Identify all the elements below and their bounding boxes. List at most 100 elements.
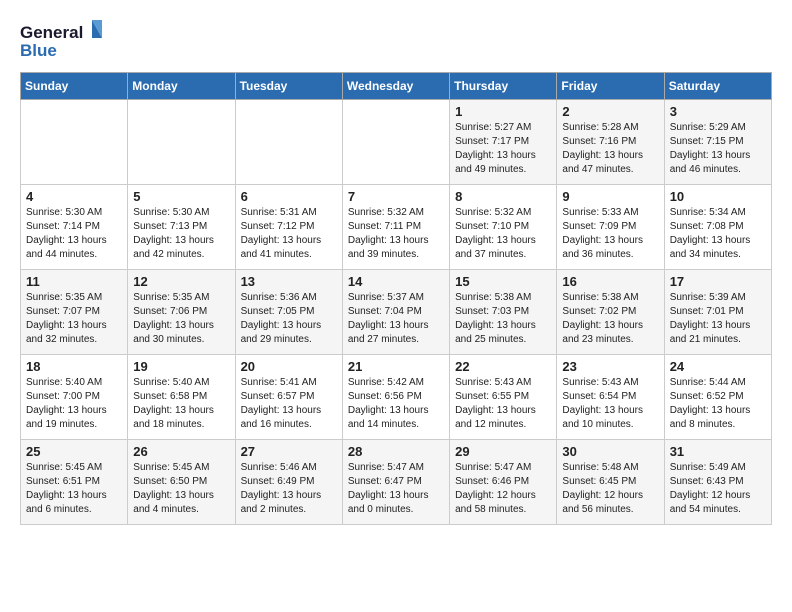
calendar-header: SundayMondayTuesdayWednesdayThursdayFrid…	[21, 73, 772, 100]
weekday-header-saturday: Saturday	[664, 73, 771, 100]
day-info: Sunrise: 5:45 AM Sunset: 6:50 PM Dayligh…	[133, 461, 229, 517]
day-number: 6	[241, 189, 337, 204]
weekday-header-sunday: Sunday	[21, 73, 128, 100]
day-number: 19	[133, 359, 229, 374]
svg-text:Blue: Blue	[20, 41, 57, 60]
day-number: 30	[562, 444, 658, 459]
day-number: 7	[348, 189, 444, 204]
calendar-cell: 16 Sunrise: 5:38 AM Sunset: 7:02 PM Dayli…	[557, 270, 664, 355]
day-number: 26	[133, 444, 229, 459]
calendar-cell: 10 Sunrise: 5:34 AM Sunset: 7:08 PM Dayli…	[664, 185, 771, 270]
calendar-cell: 26 Sunrise: 5:45 AM Sunset: 6:50 PM Dayli…	[128, 440, 235, 525]
day-number: 14	[348, 274, 444, 289]
calendar-cell: 13 Sunrise: 5:36 AM Sunset: 7:05 PM Dayli…	[235, 270, 342, 355]
day-number: 25	[26, 444, 122, 459]
day-number: 17	[670, 274, 766, 289]
calendar-cell: 27Sunrise: 5:46 AM Sunset: 6:49 PM Dayli…	[235, 440, 342, 525]
day-info: Sunrise: 5:40 AM Sunset: 6:58 PM Dayligh…	[133, 376, 229, 432]
weekday-row: SundayMondayTuesdayWednesdayThursdayFrid…	[21, 73, 772, 100]
day-info: Sunrise: 5:38 AM Sunset: 7:02 PM Dayligh…	[562, 291, 658, 347]
day-number: 8	[455, 189, 551, 204]
day-info: Sunrise: 5:42 AM Sunset: 6:56 PM Dayligh…	[348, 376, 444, 432]
calendar-cell: 6Sunrise: 5:31 AM Sunset: 7:12 PM Daylig…	[235, 185, 342, 270]
day-number: 10	[670, 189, 766, 204]
day-number: 12	[133, 274, 229, 289]
day-number: 29	[455, 444, 551, 459]
day-number: 4	[26, 189, 122, 204]
day-info: Sunrise: 5:45 AM Sunset: 6:51 PM Dayligh…	[26, 461, 122, 517]
day-number: 22	[455, 359, 551, 374]
day-number: 27	[241, 444, 337, 459]
calendar-cell	[21, 100, 128, 185]
day-info: Sunrise: 5:35 AM Sunset: 7:06 PM Dayligh…	[133, 291, 229, 347]
day-number: 28	[348, 444, 444, 459]
day-info: Sunrise: 5:44 AM Sunset: 6:52 PM Dayligh…	[670, 376, 766, 432]
day-number: 13	[241, 274, 337, 289]
weekday-header-friday: Friday	[557, 73, 664, 100]
day-number: 23	[562, 359, 658, 374]
calendar-table: SundayMondayTuesdayWednesdayThursdayFrid…	[20, 72, 772, 525]
logo: GeneralBlue	[20, 20, 120, 62]
day-number: 24	[670, 359, 766, 374]
calendar-cell: 17 Sunrise: 5:39 AM Sunset: 7:01 PM Dayli…	[664, 270, 771, 355]
calendar-cell: 4 Sunrise: 5:30 AM Sunset: 7:14 PM Daylig…	[21, 185, 128, 270]
day-info: Sunrise: 5:39 AM Sunset: 7:01 PM Dayligh…	[670, 291, 766, 347]
weekday-header-thursday: Thursday	[450, 73, 557, 100]
svg-text:General: General	[20, 23, 83, 42]
day-info: Sunrise: 5:36 AM Sunset: 7:05 PM Dayligh…	[241, 291, 337, 347]
calendar-cell: 30Sunrise: 5:48 AM Sunset: 6:45 PM Dayli…	[557, 440, 664, 525]
day-info: Sunrise: 5:43 AM Sunset: 6:55 PM Dayligh…	[455, 376, 551, 432]
calendar-cell: 11Sunrise: 5:35 AM Sunset: 7:07 PM Dayli…	[21, 270, 128, 355]
calendar-cell: 22 Sunrise: 5:43 AM Sunset: 6:55 PM Dayli…	[450, 355, 557, 440]
calendar-cell: 31Sunrise: 5:49 AM Sunset: 6:43 PM Dayli…	[664, 440, 771, 525]
calendar-cell: 29Sunrise: 5:47 AM Sunset: 6:46 PM Dayli…	[450, 440, 557, 525]
calendar-body: 1Sunrise: 5:27 AM Sunset: 7:17 PM Daylig…	[21, 100, 772, 525]
calendar-week-3: 11Sunrise: 5:35 AM Sunset: 7:07 PM Dayli…	[21, 270, 772, 355]
day-number: 18	[26, 359, 122, 374]
day-info: Sunrise: 5:29 AM Sunset: 7:15 PM Dayligh…	[670, 121, 766, 177]
calendar-cell	[235, 100, 342, 185]
day-number: 15	[455, 274, 551, 289]
day-number: 21	[348, 359, 444, 374]
calendar-cell: 28 Sunrise: 5:47 AM Sunset: 6:47 PM Dayli…	[342, 440, 449, 525]
calendar-cell: 21 Sunrise: 5:42 AM Sunset: 6:56 PM Dayli…	[342, 355, 449, 440]
day-info: Sunrise: 5:41 AM Sunset: 6:57 PM Dayligh…	[241, 376, 337, 432]
calendar-week-2: 4 Sunrise: 5:30 AM Sunset: 7:14 PM Daylig…	[21, 185, 772, 270]
calendar-cell: 2Sunrise: 5:28 AM Sunset: 7:16 PM Daylig…	[557, 100, 664, 185]
day-info: Sunrise: 5:34 AM Sunset: 7:08 PM Dayligh…	[670, 206, 766, 262]
calendar-cell: 8 Sunrise: 5:32 AM Sunset: 7:10 PM Daylig…	[450, 185, 557, 270]
calendar-cell: 1Sunrise: 5:27 AM Sunset: 7:17 PM Daylig…	[450, 100, 557, 185]
calendar-cell: 14 Sunrise: 5:37 AM Sunset: 7:04 PM Dayli…	[342, 270, 449, 355]
day-info: Sunrise: 5:40 AM Sunset: 7:00 PM Dayligh…	[26, 376, 122, 432]
calendar-cell: 12 Sunrise: 5:35 AM Sunset: 7:06 PM Dayli…	[128, 270, 235, 355]
day-info: Sunrise: 5:30 AM Sunset: 7:14 PM Dayligh…	[26, 206, 122, 262]
day-info: Sunrise: 5:33 AM Sunset: 7:09 PM Dayligh…	[562, 206, 658, 262]
calendar-cell: 25 Sunrise: 5:45 AM Sunset: 6:51 PM Dayli…	[21, 440, 128, 525]
calendar-cell: 18 Sunrise: 5:40 AM Sunset: 7:00 PM Dayli…	[21, 355, 128, 440]
calendar-cell: 9 Sunrise: 5:33 AM Sunset: 7:09 PM Daylig…	[557, 185, 664, 270]
day-info: Sunrise: 5:43 AM Sunset: 6:54 PM Dayligh…	[562, 376, 658, 432]
day-info: Sunrise: 5:32 AM Sunset: 7:10 PM Dayligh…	[455, 206, 551, 262]
day-number: 11	[26, 274, 122, 289]
calendar-cell: 15Sunrise: 5:38 AM Sunset: 7:03 PM Dayli…	[450, 270, 557, 355]
day-info: Sunrise: 5:47 AM Sunset: 6:47 PM Dayligh…	[348, 461, 444, 517]
calendar-week-1: 1Sunrise: 5:27 AM Sunset: 7:17 PM Daylig…	[21, 100, 772, 185]
weekday-header-tuesday: Tuesday	[235, 73, 342, 100]
calendar-cell: 23 Sunrise: 5:43 AM Sunset: 6:54 PM Dayli…	[557, 355, 664, 440]
weekday-header-monday: Monday	[128, 73, 235, 100]
day-number: 20	[241, 359, 337, 374]
day-number: 5	[133, 189, 229, 204]
logo-svg: GeneralBlue	[20, 20, 120, 62]
day-info: Sunrise: 5:49 AM Sunset: 6:43 PM Dayligh…	[670, 461, 766, 517]
day-number: 1	[455, 104, 551, 119]
calendar-cell: 20 Sunrise: 5:41 AM Sunset: 6:57 PM Dayli…	[235, 355, 342, 440]
day-number: 9	[562, 189, 658, 204]
calendar-cell	[128, 100, 235, 185]
day-info: Sunrise: 5:32 AM Sunset: 7:11 PM Dayligh…	[348, 206, 444, 262]
day-info: Sunrise: 5:30 AM Sunset: 7:13 PM Dayligh…	[133, 206, 229, 262]
calendar-week-4: 18 Sunrise: 5:40 AM Sunset: 7:00 PM Dayli…	[21, 355, 772, 440]
calendar-cell: 24 Sunrise: 5:44 AM Sunset: 6:52 PM Dayli…	[664, 355, 771, 440]
day-info: Sunrise: 5:37 AM Sunset: 7:04 PM Dayligh…	[348, 291, 444, 347]
calendar-cell	[342, 100, 449, 185]
day-number: 16	[562, 274, 658, 289]
